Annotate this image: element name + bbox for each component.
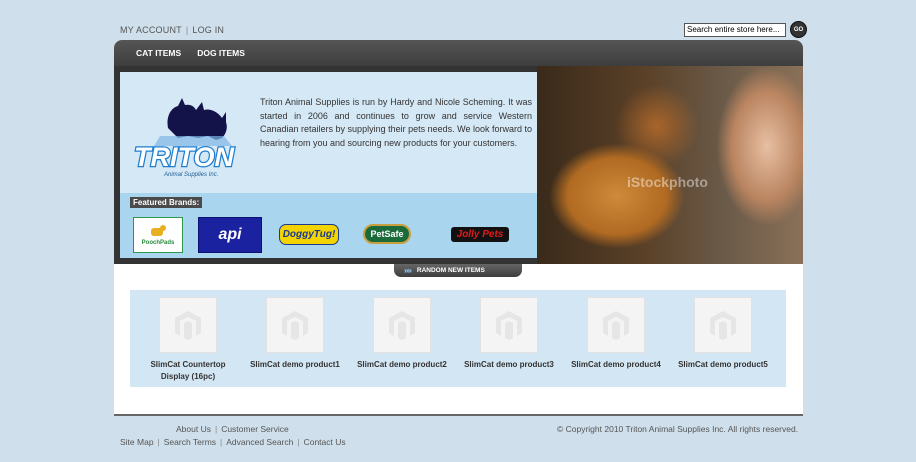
pet-silhouette-icon [167, 98, 227, 140]
magento-logo-icon [389, 311, 415, 340]
double-chevron-right-icon: »» [404, 266, 412, 275]
copyright-text: © Copyright 2010 Triton Animal Supplies … [557, 424, 799, 434]
product-name[interactable]: SlimCat demo product5 [673, 359, 773, 371]
header-links: MY ACCOUNT | LOG IN [120, 25, 224, 35]
separator: | [185, 25, 189, 35]
magento-logo-icon [496, 311, 522, 340]
product-name[interactable]: SlimCat demo product2 [352, 359, 452, 371]
featured-brands-label: Featured Brands: [130, 197, 203, 208]
product-item[interactable]: SlimCat demo product3 [459, 297, 559, 371]
magento-logo-icon [710, 311, 736, 340]
separator: | [214, 424, 218, 434]
footer-links-row2: Site Map | Search Terms | Advanced Search | Co… [120, 437, 346, 447]
product-placeholder-image[interactable] [480, 297, 538, 353]
product-name[interactable]: SlimCat demo product3 [459, 359, 559, 371]
product-placeholder-image[interactable] [694, 297, 752, 353]
product-placeholder-image[interactable] [373, 297, 431, 353]
triton-logo[interactable]: TRITON Animal Supplies Inc. [128, 88, 248, 183]
hero-info-panel: TRITON Animal Supplies Inc. Triton Anima… [120, 72, 537, 258]
product-name[interactable]: SlimCat Countertop Display (16pc) [138, 359, 238, 383]
brand-poochpads[interactable]: PoochPads [133, 217, 183, 253]
hero-banner: TRITON Animal Supplies Inc. Triton Anima… [114, 66, 803, 264]
svg-text:TRITON: TRITON [134, 142, 234, 172]
product-item[interactable]: SlimCat demo product2 [352, 297, 452, 371]
separator: | [220, 437, 223, 447]
separator: | [157, 437, 160, 447]
product-item[interactable]: SlimCat demo product1 [245, 297, 345, 371]
random-new-items-tab[interactable]: »» RANDOM NEW ITEMS [394, 264, 522, 277]
brand-jolly-pets[interactable]: Jolly Pets [434, 217, 526, 251]
footer-advanced-search-link[interactable]: Advanced Search [226, 437, 293, 447]
footer-contact-us-link[interactable]: Contact Us [304, 437, 346, 447]
dog-icon [151, 225, 166, 236]
product-placeholder-image[interactable] [587, 297, 645, 353]
product-placeholder-image[interactable] [266, 297, 324, 353]
product-item[interactable]: SlimCat demo product4 [566, 297, 666, 371]
search-go-button[interactable]: GO [790, 21, 807, 38]
svg-text:Animal Supplies Inc.: Animal Supplies Inc. [163, 172, 218, 178]
footer-links-row1: About Us | Customer Service [176, 424, 289, 434]
featured-brands: Featured Brands: PoochPads api DoggyTug!… [120, 193, 537, 258]
top-nav: CAT ITEMS DOG ITEMS [114, 40, 803, 66]
brand-api[interactable]: api [198, 217, 262, 253]
footer-about-us-link[interactable]: About Us [176, 424, 211, 434]
brand-petsafe[interactable]: PetSafe [356, 217, 418, 251]
product-name[interactable]: SlimCat demo product4 [566, 359, 666, 371]
photo-watermark: iStockphoto [627, 174, 708, 190]
nav-item-cat-items[interactable]: CAT ITEMS [136, 48, 181, 58]
random-new-items-label: RANDOM NEW ITEMS [416, 267, 485, 274]
product-item[interactable]: SlimCat Countertop Display (16pc) [138, 297, 238, 383]
footer-search-terms-link[interactable]: Search Terms [164, 437, 216, 447]
product-item[interactable]: SlimCat demo product5 [673, 297, 773, 371]
footer-site-map-link[interactable]: Site Map [120, 437, 154, 447]
log-in-link[interactable]: LOG IN [192, 25, 224, 35]
product-placeholder-image[interactable] [159, 297, 217, 353]
search-input[interactable] [684, 22, 786, 37]
my-account-link[interactable]: MY ACCOUNT [120, 25, 182, 35]
nav-item-dog-items[interactable]: DOG ITEMS [197, 48, 245, 58]
magento-logo-icon [175, 311, 201, 340]
intro-text: Triton Animal Supplies is run by Hardy a… [260, 97, 532, 148]
separator: | [297, 437, 300, 447]
footer-customer-service-link[interactable]: Customer Service [221, 424, 289, 434]
magento-logo-icon [603, 311, 629, 340]
search-bar: GO [684, 21, 807, 38]
product-name[interactable]: SlimCat demo product1 [245, 359, 345, 371]
product-list: SlimCat Countertop Display (16pc) SlimCa… [130, 290, 786, 387]
hero-photo-dog-woman: iStockphoto [537, 66, 803, 264]
brand-doggytug[interactable]: DoggyTug! [276, 217, 342, 251]
magento-logo-icon [282, 311, 308, 340]
